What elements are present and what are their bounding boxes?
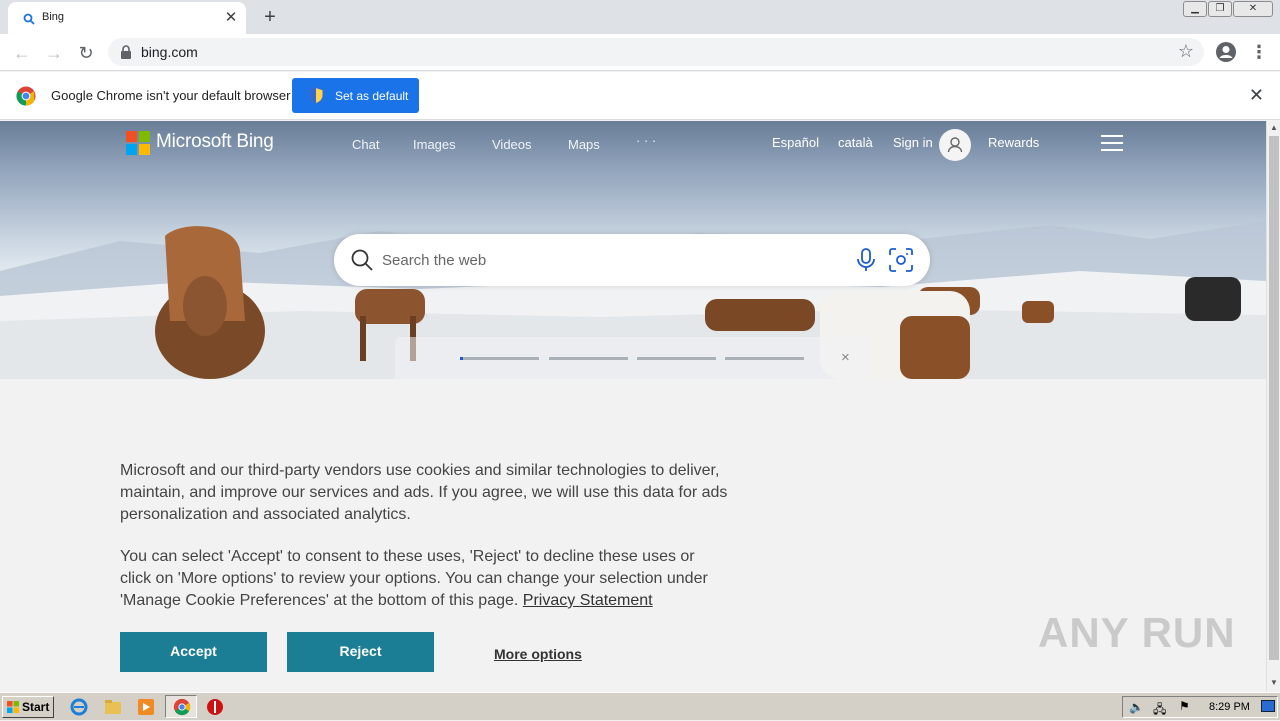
ms-logo-green (139, 131, 150, 142)
hamburger-menu-icon[interactable] (1101, 135, 1123, 151)
chrome-logo-icon (16, 86, 36, 106)
bing-header: Microsoft Bing Chat Images Videos Maps ·… (0, 121, 1266, 171)
internet-explorer-icon[interactable] (69, 697, 89, 717)
forward-arrow-icon[interactable]: → (42, 41, 66, 65)
scroll-down-icon[interactable]: ▼ (1270, 678, 1278, 687)
chrome-icon (173, 698, 191, 716)
nav-more[interactable]: · · · (636, 133, 656, 148)
reload-icon[interactable]: ↻ (74, 41, 98, 65)
language-espanol[interactable]: Español (772, 135, 819, 150)
privacy-statement-link[interactable]: Privacy Statement (523, 592, 653, 609)
anyrun-watermark: ANY RUN (1038, 609, 1236, 656)
star-icon[interactable]: ☆ (1178, 41, 1194, 62)
url-text: bing.com (141, 44, 198, 60)
flag-icon[interactable]: ⚑ (1179, 699, 1190, 713)
nav-chat[interactable]: Chat (352, 137, 379, 152)
nav-videos[interactable]: Videos (492, 137, 532, 152)
ms-logo-blue (126, 144, 137, 155)
bing-page: Microsoft Bing Chat Images Videos Maps ·… (0, 121, 1266, 692)
lock-icon (121, 45, 131, 59)
cookie-paragraph-1: Microsoft and our third-party vendors us… (120, 462, 728, 523)
ms-logo-yellow (139, 144, 150, 155)
vertical-scrollbar[interactable]: ▲ ▼ (1266, 121, 1280, 692)
browser-tab[interactable]: Bing ✕ (8, 2, 246, 34)
search-icon (351, 249, 373, 271)
carousel-dot[interactable] (637, 357, 716, 360)
hero-image: Microsoft Bing Chat Images Videos Maps ·… (0, 121, 1266, 379)
more-options-link[interactable]: More options (494, 646, 582, 662)
more-vert-icon[interactable]: ⋮ (1250, 40, 1268, 64)
bing-search-icon (23, 13, 35, 25)
start-button[interactable]: Start (2, 696, 54, 718)
volume-icon[interactable]: 🔈 (1129, 700, 1144, 714)
profile-icon[interactable] (1215, 41, 1237, 63)
window-close-icon[interactable]: ✕ (1233, 1, 1273, 17)
taskbar-clock: 8:29 PM (1209, 701, 1250, 713)
carousel-indicator: × (395, 337, 870, 379)
minimize-icon[interactable]: ▁ (1183, 1, 1207, 17)
stop-sign-icon[interactable] (205, 697, 225, 717)
tab-strip: Bing ✕ + ▁ ❐ ✕ (0, 0, 1280, 34)
ms-logo-red (126, 131, 137, 142)
nav-images[interactable]: Images (413, 137, 456, 152)
infobar-message: Google Chrome isn't your default browser (51, 88, 291, 103)
reject-button[interactable]: Reject (287, 632, 434, 672)
browser-toolbar: ← → ↻ bing.com ☆ ⋮ (0, 34, 1280, 71)
user-icon (947, 137, 963, 153)
media-player-icon[interactable] (136, 697, 156, 717)
infobar-close-icon[interactable]: ✕ (1249, 85, 1264, 106)
cookie-paragraph-2: You can select 'Accept' to consent to th… (120, 546, 730, 612)
network-icon[interactable]: 🖧 (1153, 700, 1166, 721)
tab-title: Bing (42, 11, 65, 23)
chrome-taskbar-button[interactable] (165, 695, 197, 718)
windows-flag-icon (7, 701, 19, 713)
sign-in-link[interactable]: Sign in (893, 135, 933, 150)
new-tab-icon[interactable]: + (258, 5, 282, 29)
show-desktop-icon[interactable] (1261, 700, 1275, 712)
visual-search-icon[interactable] (888, 247, 914, 273)
restore-icon[interactable]: ❐ (1208, 1, 1232, 17)
search-input[interactable] (382, 249, 832, 271)
nav-maps[interactable]: Maps (568, 137, 600, 152)
avatar[interactable] (939, 129, 971, 161)
address-bar[interactable]: bing.com ☆ (108, 38, 1204, 66)
set-as-default-label: Set as default (335, 89, 409, 103)
file-explorer-icon[interactable] (103, 697, 123, 717)
search-box (334, 234, 930, 286)
scroll-up-icon[interactable]: ▲ (1270, 123, 1278, 132)
carousel-dot[interactable] (549, 357, 628, 360)
tab-close-icon[interactable]: ✕ (222, 9, 240, 27)
bing-logo-text: Microsoft Bing (156, 131, 274, 152)
carousel-dot[interactable] (460, 357, 539, 360)
back-arrow-icon[interactable]: ← (10, 41, 34, 65)
carousel-close-icon[interactable]: × (841, 349, 850, 366)
rewards-link[interactable]: Rewards (988, 135, 1039, 150)
microphone-icon[interactable] (854, 247, 878, 273)
shield-icon (308, 87, 324, 104)
start-label: Start (22, 700, 50, 714)
set-as-default-button[interactable]: Set as default (292, 78, 419, 113)
windows-taskbar: Start 🔈 🖧 ⚑ 8:29 PM (0, 692, 1280, 720)
language-catala[interactable]: català (838, 135, 873, 150)
system-tray: 🔈 🖧 ⚑ 8:29 PM (1122, 696, 1278, 718)
default-browser-infobar: Google Chrome isn't your default browser… (0, 72, 1280, 120)
accept-button[interactable]: Accept (120, 632, 267, 672)
carousel-dot[interactable] (725, 357, 804, 360)
scrollbar-thumb[interactable] (1269, 136, 1279, 660)
